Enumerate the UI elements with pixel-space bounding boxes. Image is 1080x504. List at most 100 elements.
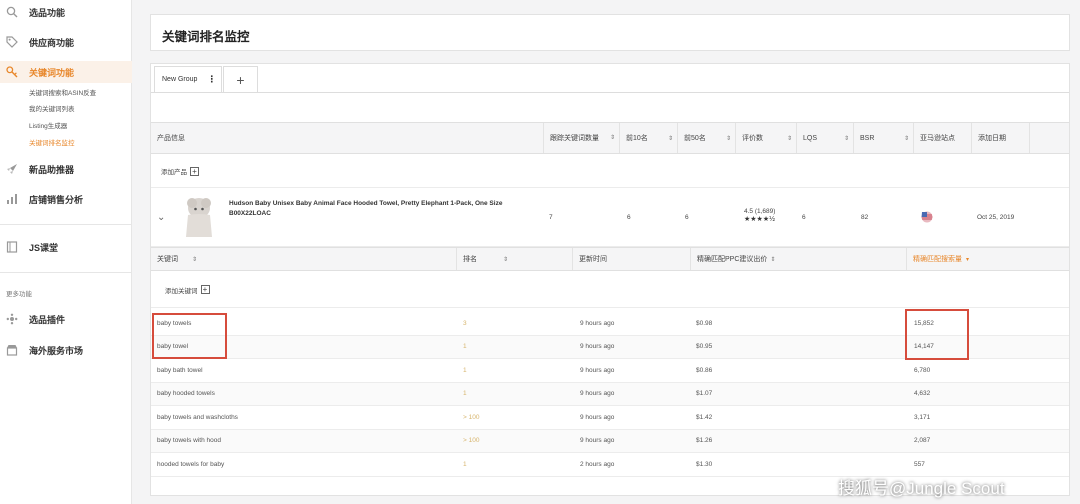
updated-cell: 9 hours ago xyxy=(580,390,615,398)
col-keyword[interactable]: 关键词 ⇕ xyxy=(151,248,456,270)
table-row[interactable]: hooded towels for baby 1 2 hours ago $1.… xyxy=(151,453,1069,477)
puzzle-icon xyxy=(5,312,19,326)
sort-icon: ⇕ xyxy=(609,134,615,141)
col-reviews[interactable]: 评价数 ⇕ xyxy=(735,123,796,153)
rank-cell: 1 xyxy=(463,460,467,468)
rank-tracker-panel: New Group ⋮ + 产品信息 跟踪关键词数量 ⇕ 前10名 ⇕ 前50名 ⇕ … xyxy=(150,63,1070,496)
sidebar-item-label: 选品功能 xyxy=(29,7,66,18)
table-row[interactable]: baby towels and washcloths > 100 9 hours… xyxy=(151,406,1069,430)
sidebar-subitem-keyword-search[interactable]: 关键词搜索和ASIN反查 xyxy=(29,87,96,97)
add-product-button[interactable]: 添加产品 + xyxy=(155,155,199,187)
table-row[interactable]: baby towels with hood > 100 9 hours ago … xyxy=(151,429,1069,453)
sidebar-item-label: 海外服务市场 xyxy=(29,345,84,356)
sidebar-item-js-academy[interactable]: JS课堂 xyxy=(0,236,132,258)
product-title-block[interactable]: Hudson Baby Unisex Baby Animal Face Hood… xyxy=(223,188,541,246)
sidebar-divider xyxy=(0,272,132,273)
product-name: Hudson Baby Unisex Baby Animal Face Hood… xyxy=(229,200,503,207)
sort-icon: ⇕ xyxy=(770,256,776,263)
top50-count: 6 xyxy=(685,213,689,221)
sort-icon: ⇕ xyxy=(786,135,792,142)
table-row[interactable]: baby bath towel 1 9 hours ago $0.86 6,78… xyxy=(151,359,1069,383)
col-rank[interactable]: 排名 ⇕ xyxy=(456,248,572,270)
sidebar-item-label: 供应商功能 xyxy=(29,37,75,48)
sidebar-item-extension[interactable]: 选品插件 xyxy=(0,308,132,330)
keyword-cell: baby hooded towels xyxy=(157,390,215,398)
add-product-row: 添加产品 + xyxy=(151,155,1069,188)
add-tab-button[interactable]: + xyxy=(223,66,258,92)
tab-new-group[interactable]: New Group ⋮ xyxy=(154,66,222,92)
sidebar-item-service-market[interactable]: 海外服务市场 xyxy=(0,339,132,361)
col-search-volume-label: 精确匹配搜索量 xyxy=(913,256,962,263)
col-top50[interactable]: 前50名 ⇕ xyxy=(677,123,735,153)
col-bsr[interactable]: BSR ⇕ xyxy=(853,123,913,153)
rank-cell: 1 xyxy=(463,390,467,398)
col-search-volume[interactable]: 精确匹配搜索量 ▾ xyxy=(906,248,1069,270)
rank-cell: 3 xyxy=(463,319,467,327)
sort-icon: ⇕ xyxy=(903,135,909,142)
tab-bar-divider xyxy=(151,92,1069,93)
product-row[interactable]: ⌄ Hudson Baby Unisex Baby Animal Face Ho… xyxy=(151,188,1069,247)
sidebar-subitem-listing-builder[interactable]: Listing生成器 xyxy=(29,120,67,130)
col-spacer xyxy=(1029,123,1069,153)
page-header: 关键词排名监控 xyxy=(150,14,1070,51)
search-icon xyxy=(5,5,19,19)
sort-icon: ⇕ xyxy=(667,135,673,142)
volume-cell: 557 xyxy=(914,460,925,468)
col-rank-label: 排名 xyxy=(463,256,477,263)
date-added: Oct 25, 2019 xyxy=(977,213,1015,221)
col-lqs[interactable]: LQS ⇕ xyxy=(796,123,853,153)
col-ppc-bid-label: 精确匹配PPC建议出价 xyxy=(697,256,768,263)
add-keyword-label: 添加关键词 xyxy=(165,287,198,295)
rank-cell: 1 xyxy=(463,366,467,374)
sidebar-subitem-my-keywords[interactable]: 我的关键词列表 xyxy=(29,103,75,113)
sort-icon: ⇕ xyxy=(503,256,509,263)
ppc-cell: $0.95 xyxy=(696,343,713,351)
sidebar-item-label: 新品助推器 xyxy=(29,164,75,175)
product-table-header: 产品信息 跟踪关键词数量 ⇕ 前10名 ⇕ 前50名 ⇕ 评价数 ⇕ LQS ⇕ BSR ⇕… xyxy=(151,122,1069,154)
book-icon xyxy=(5,240,19,254)
col-tracked-keywords[interactable]: 跟踪关键词数量 ⇕ xyxy=(543,123,619,153)
sidebar-item-sales-analytics[interactable]: 店铺销售分析 xyxy=(0,188,132,210)
add-keyword-row: 添加关键词 + xyxy=(151,272,1069,308)
updated-cell: 9 hours ago xyxy=(580,319,615,327)
sidebar-item-product-selection[interactable]: 选品功能 xyxy=(0,1,132,23)
col-keyword-label: 关键词 xyxy=(157,256,178,263)
col-ppc-bid[interactable]: 精确匹配PPC建议出价 ⇕ xyxy=(690,248,906,270)
keyword-cell: hooded towels for baby xyxy=(157,460,225,468)
add-product-label: 添加产品 xyxy=(161,169,187,176)
col-top10[interactable]: 前10名 ⇕ xyxy=(619,123,677,153)
rank-cell: 1 xyxy=(463,343,467,351)
add-keyword-button[interactable]: 添加关键词 + xyxy=(159,272,210,307)
keyword-cell: baby towels with hood xyxy=(157,437,221,445)
sidebar-item-supplier[interactable]: 供应商功能 xyxy=(0,31,132,53)
sidebar-item-launch[interactable]: 新品助推器 xyxy=(0,158,132,180)
col-reviews-label: 评价数 xyxy=(742,135,763,142)
more-features-label: 更多功能 xyxy=(6,291,32,298)
table-row[interactable]: baby hooded towels 1 9 hours ago $1.07 4… xyxy=(151,382,1069,406)
lqs-value: 6 xyxy=(802,213,806,221)
col-bsr-label: BSR xyxy=(860,134,875,142)
kebab-menu-icon[interactable]: ⋮ xyxy=(207,74,216,85)
bar-chart-icon xyxy=(5,192,19,206)
ppc-cell: $1.26 xyxy=(696,437,713,445)
page-title: 关键词排名监控 xyxy=(162,30,250,44)
keyword-highlight-box xyxy=(152,313,227,359)
star-rating: ★★★★½ xyxy=(744,216,775,223)
review-count: 4.5 (1,689) xyxy=(744,208,776,215)
sidebar-subitem-rank-tracker[interactable]: 关键词排名监控 xyxy=(29,137,75,147)
col-product-info[interactable]: 产品信息 xyxy=(151,123,543,153)
col-lqs-label: LQS xyxy=(803,134,818,142)
updated-cell: 9 hours ago xyxy=(580,343,615,351)
key-icon xyxy=(5,65,19,79)
sort-icon: ⇕ xyxy=(192,256,198,263)
updated-cell: 9 hours ago xyxy=(580,437,615,445)
keyword-cell: baby towels and washcloths xyxy=(157,413,238,421)
sort-desc-icon: ▾ xyxy=(966,256,970,263)
keyword-cell: baby bath towel xyxy=(157,366,203,374)
volume-cell: 3,171 xyxy=(914,413,931,421)
chevron-down-icon[interactable]: ⌄ xyxy=(151,188,171,246)
sidebar-item-label: 选品插件 xyxy=(29,314,66,325)
sidebar-item-keyword[interactable]: 关键词功能 xyxy=(0,61,132,83)
sidebar: 选品功能 供应商功能 关键词功能 关键词搜索和ASIN反查 我的关键词列表 Li… xyxy=(0,0,132,504)
plus-icon: + xyxy=(190,166,199,176)
